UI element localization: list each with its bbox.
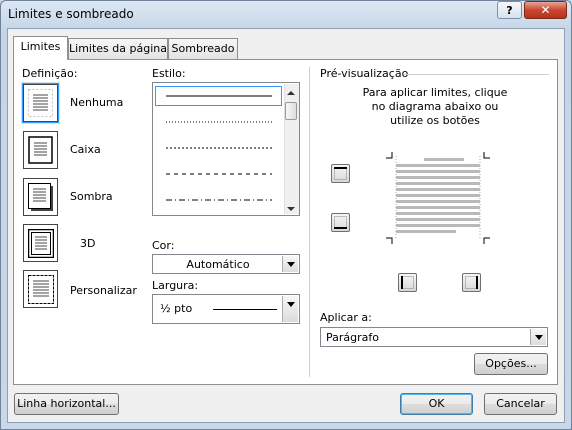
preview-instructions: Para aplicar limites, clique no diagrama… [362, 86, 508, 127]
border-top-icon [334, 167, 347, 180]
horizontal-line-button[interactable]: Linha horizontal... [14, 393, 119, 415]
border-3d-icon [27, 228, 54, 258]
tab-limites-da-pagina[interactable]: Limites da página [68, 38, 168, 59]
preset-label: 3D [80, 237, 96, 250]
apply-to-value: Parágrafo [326, 331, 379, 344]
border-right-icon [465, 276, 478, 289]
cancel-button[interactable]: Cancelar [484, 393, 557, 415]
line-style-samples [166, 95, 272, 201]
preset-box-button[interactable] [23, 131, 58, 169]
preset-shadow-button[interactable] [23, 178, 58, 216]
preview-heading: Pré-visualização [320, 67, 409, 80]
width-line-sample [213, 309, 277, 310]
color-combo[interactable]: Automático [152, 254, 300, 274]
border-left-icon [401, 276, 414, 289]
chevron-down-icon[interactable] [530, 329, 546, 345]
border-box-icon [28, 136, 53, 164]
left-border-button[interactable] [398, 273, 417, 292]
apply-to-label: Aplicar a: [320, 311, 372, 324]
apply-to-combo[interactable]: Parágrafo [320, 327, 548, 347]
preview-diagram[interactable] [382, 150, 494, 246]
preset-3d-button[interactable] [23, 224, 58, 262]
setting-heading: Definição: [22, 67, 78, 80]
title-bar[interactable]: Limites e sombreado [0, 0, 572, 28]
chevron-down-icon[interactable] [282, 256, 298, 272]
color-label: Cor: [152, 239, 175, 252]
tab-label: Limites da página [69, 42, 167, 55]
right-border-button[interactable] [462, 273, 481, 292]
preset-label: Sombra [70, 190, 113, 203]
scroll-thumb[interactable] [285, 102, 297, 120]
top-border-button[interactable] [331, 164, 350, 183]
border-custom-icon [27, 274, 54, 304]
tab-label: Limites [20, 40, 61, 53]
color-value: Automático [186, 258, 250, 271]
border-bottom-icon [334, 216, 347, 229]
section-divider [309, 67, 310, 377]
chevron-down-icon[interactable] [282, 296, 298, 322]
tab-sombreado[interactable]: Sombreado [168, 38, 238, 59]
preset-label: Personalizar [70, 284, 137, 297]
scroll-down-icon[interactable] [287, 203, 295, 211]
tab-limites[interactable]: Limites [13, 36, 68, 60]
preset-none-button[interactable] [22, 83, 59, 123]
preview-heading-rule [404, 74, 549, 75]
tab-label: Sombreado [171, 42, 235, 55]
scroll-up-icon[interactable] [287, 87, 295, 95]
preset-label: Nenhuma [70, 96, 124, 109]
preset-label: Caixa [70, 143, 101, 156]
preset-custom-button[interactable] [23, 270, 58, 308]
help-button[interactable]: ? [497, 1, 522, 19]
width-combo[interactable]: ½ pto [152, 294, 300, 324]
options-button[interactable]: Opções... [474, 353, 548, 375]
border-shadow-icon [27, 182, 53, 211]
bottom-border-button[interactable] [331, 213, 350, 232]
close-button[interactable]: ✕ [524, 1, 567, 19]
width-value: ½ pto [160, 302, 193, 315]
style-heading: Estilo: [152, 67, 186, 80]
window-title: Limites e sombreado [8, 7, 134, 21]
ok-button[interactable]: OK [400, 393, 473, 415]
border-none-icon [28, 89, 53, 117]
width-label: Largura: [152, 279, 199, 292]
